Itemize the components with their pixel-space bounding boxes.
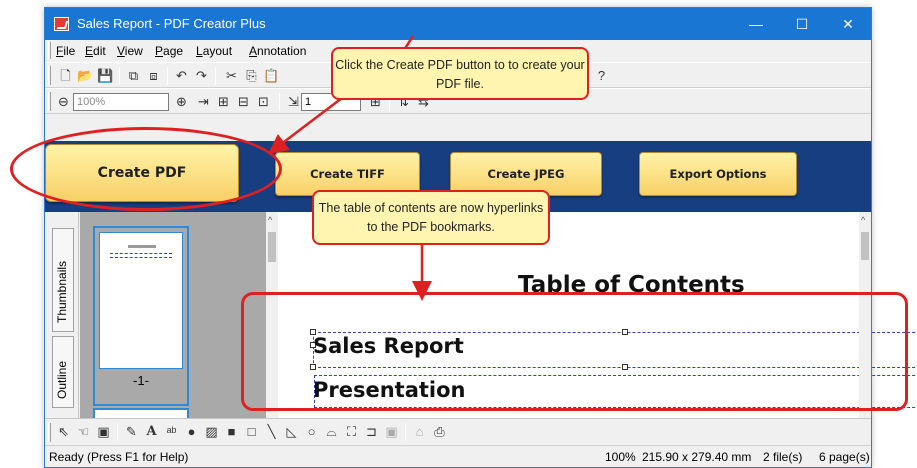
open-folder-icon[interactable]: 📂 (77, 67, 94, 84)
thumbnail-heading-line (128, 245, 156, 248)
toc-highlight-box (241, 292, 908, 411)
image-icon[interactable]: ▨ (203, 423, 220, 440)
zoom-out-icon[interactable]: ⊖ (55, 93, 72, 110)
side-tabs: Thumbnails Outline (45, 212, 79, 418)
note-icon[interactable]: ⊐ (363, 423, 380, 440)
new-document-icon[interactable]: 🗋 (57, 67, 74, 84)
toolbar-separator (119, 67, 120, 85)
toolbar-grip[interactable] (48, 423, 51, 442)
polygon-icon[interactable]: ⛶ (343, 423, 360, 440)
paste-icon[interactable]: 📋 (263, 67, 280, 84)
cut-icon[interactable]: ✂ (223, 67, 240, 84)
toolbar-separator (215, 67, 216, 85)
minimize-button[interactable]: — (733, 8, 779, 40)
menu-file[interactable]: File (56, 44, 75, 58)
save-icon[interactable]: 💾 (97, 67, 114, 84)
scroll-up-icon[interactable]: ^ (268, 215, 272, 225)
properties-icon[interactable]: ▣ (95, 423, 112, 440)
maximize-button[interactable]: ☐ (779, 8, 825, 40)
tab-thumbnails[interactable]: Thumbnails (52, 228, 74, 332)
stamp-icon[interactable]: ● (183, 423, 200, 440)
thumbnail-page-number: -1- (133, 373, 149, 388)
insert-file-icon[interactable]: ⧉ (125, 67, 142, 84)
redo-icon[interactable]: ↷ (193, 67, 210, 84)
tab-outline-label: Outline (55, 360, 69, 399)
freeform-icon[interactable]: ⌓ (323, 423, 340, 440)
scrollbar-thumb[interactable] (268, 232, 276, 262)
create-pdf-callout: Click the Create PDF button to to create… (331, 47, 589, 100)
undo-icon[interactable]: ↶ (173, 67, 190, 84)
thumbnail-selected[interactable]: -1- (93, 226, 189, 406)
thumbnail-entry-line (110, 257, 172, 259)
copy-icon[interactable]: ⎘ (243, 67, 260, 84)
pointer-icon[interactable]: ⇖ (55, 423, 72, 440)
zoom-in-icon[interactable]: ⊕ (173, 93, 190, 110)
toolbar-grip[interactable] (48, 92, 51, 111)
goto-page-icon[interactable]: ⇲ (285, 93, 302, 110)
fit-vertical-icon[interactable]: ⊡ (255, 93, 272, 110)
status-bar: Ready (Press F1 for Help) 100% 215.90 x … (45, 445, 871, 467)
toc-callout: The table of contents are now hyperlinks… (312, 190, 550, 245)
line-icon[interactable]: ╲ (263, 423, 280, 440)
scrollbar-thumb[interactable] (861, 232, 869, 260)
page-thumbnail[interactable] (99, 232, 183, 369)
toolbar-grip[interactable] (48, 66, 51, 85)
form-field-icon[interactable]: ▣ (383, 423, 400, 440)
scroll-up-icon[interactable]: ^ (861, 215, 865, 225)
hand-icon[interactable]: ☜ (75, 423, 92, 440)
status-message: Ready (Press F1 for Help) (49, 450, 189, 464)
close-button[interactable]: ✕ (825, 8, 871, 40)
menu-page[interactable]: Page (155, 44, 183, 58)
tab-thumbnails-label: Thumbnails (55, 260, 69, 323)
menu-layout[interactable]: Layout (196, 44, 232, 58)
fit-page-icon[interactable]: ⊞ (215, 93, 232, 110)
menu-view[interactable]: View (117, 44, 143, 58)
toolbar-separator (167, 67, 168, 85)
toolbar-separator (117, 423, 118, 441)
status-page-count: 6 page(s) (819, 450, 870, 464)
rectangle-icon[interactable]: □ (243, 423, 260, 440)
menu-edit[interactable]: Edit (85, 44, 106, 58)
text-icon[interactable]: A (143, 423, 160, 440)
status-zoom: 100% (605, 450, 636, 464)
annotation-toolbar: ⇖ ☜ ▣ ✎ A ᵃᵇ ● ▨ ■ □ ╲ ◺ ○ ⌓ ⛶ ⊐ ▣ ⌂ ⎙ (45, 418, 871, 445)
polyline-icon[interactable]: ◺ (283, 423, 300, 440)
ellipse-icon[interactable]: ○ (303, 423, 320, 440)
filled-rect-icon[interactable]: ■ (223, 423, 240, 440)
thumbnail-entry-line (110, 253, 172, 255)
create-pdf-highlight-ring (10, 127, 282, 211)
pencil-icon[interactable]: ✎ (123, 423, 140, 440)
menu-grip[interactable] (48, 42, 51, 59)
print-icon[interactable]: ⎙ (431, 423, 448, 440)
status-page-size: 215.90 x 279.40 mm (642, 450, 752, 464)
merge-icon[interactable]: ⧈ (145, 67, 162, 84)
fit-width-icon[interactable]: ⇥ (195, 93, 212, 110)
lock-icon[interactable]: ⌂ (411, 423, 428, 440)
window-title: Sales Report - PDF Creator Plus (77, 16, 266, 31)
tab-outline[interactable]: Outline (52, 336, 74, 408)
help-icon[interactable]: ? (593, 67, 610, 84)
fit-horizontal-icon[interactable]: ⊟ (235, 93, 252, 110)
toolbar-separator (405, 423, 406, 441)
status-file-count: 2 file(s) (763, 450, 803, 464)
app-logo-icon (54, 17, 69, 31)
title-bar: Sales Report - PDF Creator Plus — ☐ ✕ (45, 8, 871, 40)
spell-icon[interactable]: ᵃᵇ (163, 423, 180, 440)
export-options-button[interactable]: Export Options (639, 152, 797, 196)
zoom-select[interactable]: 100% (73, 93, 169, 111)
toolbar-separator (279, 93, 280, 111)
menu-annotation[interactable]: Annotation (249, 44, 306, 58)
